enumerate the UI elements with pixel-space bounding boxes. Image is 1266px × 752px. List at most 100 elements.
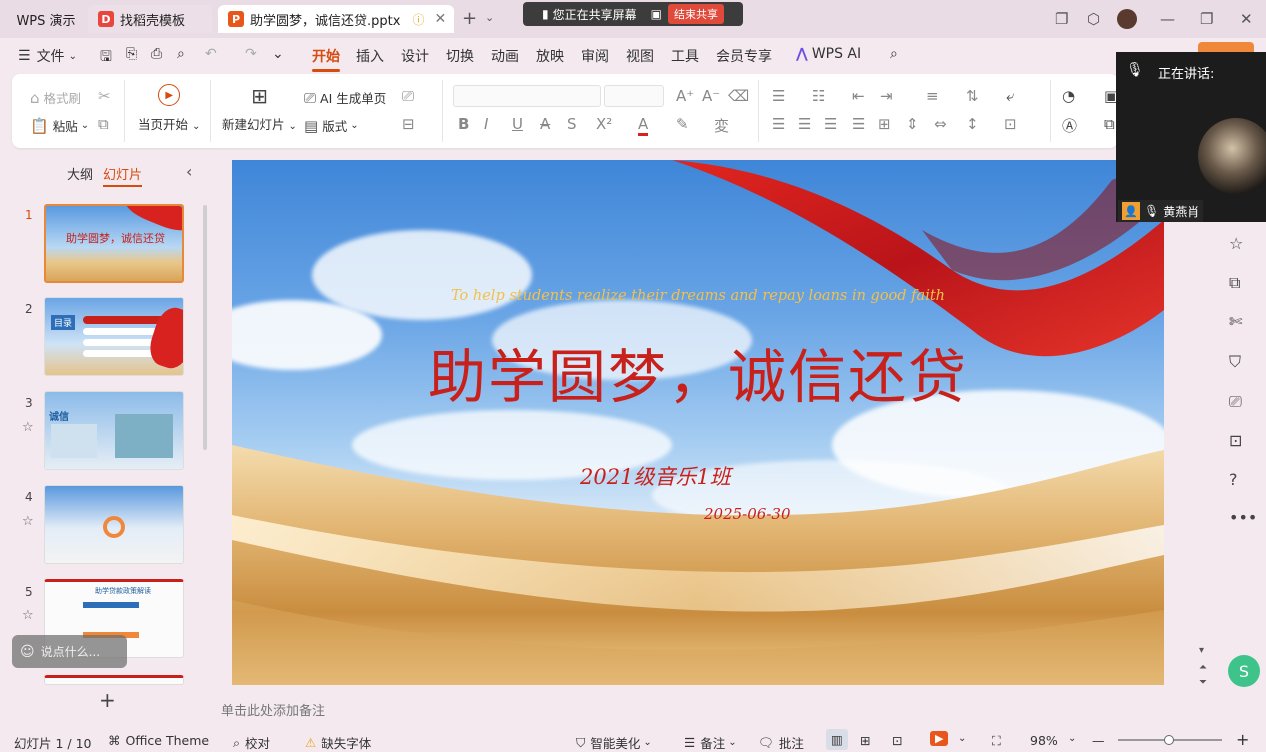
star-icon[interactable]: ☆ bbox=[22, 608, 34, 623]
decrease-indent-icon[interactable]: ⇤ bbox=[852, 87, 865, 105]
slide-title[interactable]: 助学圆梦，诚信还贷 bbox=[232, 330, 1164, 414]
slide-thumbnail-4[interactable] bbox=[44, 485, 184, 564]
window-tile-icon[interactable]: ❐ bbox=[1055, 10, 1068, 28]
assistant-icon[interactable]: S bbox=[1228, 655, 1260, 687]
paste-button[interactable]: 📋 粘贴 ⌄ bbox=[30, 116, 89, 135]
clear-format-icon[interactable]: ⌫ bbox=[728, 87, 749, 105]
scrollbar[interactable] bbox=[203, 205, 207, 450]
cube-icon[interactable]: ⬡ bbox=[1087, 10, 1100, 28]
collapse-panel-icon[interactable]: ‹ bbox=[186, 162, 192, 181]
notes-button[interactable]: ☰ 备注 ⌄ bbox=[684, 733, 737, 752]
outline-tab[interactable]: 大纲 bbox=[67, 164, 93, 183]
missing-font-button[interactable]: ⚠ 缺失字体 bbox=[305, 733, 371, 752]
menu-design[interactable]: 设计 bbox=[401, 46, 429, 66]
slide-canvas[interactable]: To help students realize their dreams an… bbox=[232, 160, 1164, 685]
tab-current-presentation[interactable]: P 助学圆梦，诚信还贷.pptx ⓘ ✕ bbox=[218, 5, 454, 33]
reading-view-icon[interactable]: ⊡ bbox=[892, 733, 902, 748]
convert-icon[interactable]: ⧉ bbox=[1229, 273, 1240, 293]
slide-thumbnail-2[interactable]: 目录 bbox=[44, 297, 184, 376]
slides-tab[interactable]: 幻灯片 bbox=[103, 164, 143, 187]
menu-member[interactable]: 会员专享 bbox=[716, 46, 772, 66]
print-preview-icon[interactable]: ⌕ bbox=[177, 46, 185, 62]
bold-icon[interactable]: B bbox=[458, 115, 469, 133]
arrange-icon[interactable]: ⧉ bbox=[1104, 115, 1115, 133]
chevron-down-icon[interactable]: ⌄ bbox=[958, 733, 966, 744]
menu-transition[interactable]: 切换 bbox=[446, 46, 474, 66]
redo-icon[interactable]: ↷ bbox=[245, 46, 257, 62]
image-edit-icon[interactable]: ⎚ bbox=[1229, 392, 1242, 412]
align-left-icon[interactable]: ☰ bbox=[772, 115, 785, 133]
menu-animation[interactable]: 动画 bbox=[491, 46, 519, 66]
search-icon[interactable]: ⌕ bbox=[890, 46, 898, 62]
save-icon[interactable]: 🖫 bbox=[100, 46, 112, 70]
section-icon[interactable]: ⊟ bbox=[402, 115, 415, 133]
strikethrough-icon[interactable]: A bbox=[540, 115, 550, 133]
file-menu[interactable]: ☰ 文件 ⌄ bbox=[18, 46, 77, 66]
menu-review[interactable]: 审阅 bbox=[581, 46, 609, 66]
next-slide-icon[interactable]: ⏷ bbox=[1199, 677, 1207, 688]
prev-slide-icon[interactable]: ⏶ bbox=[1199, 662, 1207, 673]
bullet-list-icon[interactable]: ☰ bbox=[772, 87, 785, 105]
restore-icon[interactable]: ❐ bbox=[1200, 10, 1213, 28]
menu-view[interactable]: 视图 bbox=[626, 46, 654, 66]
book-icon[interactable]: ⊡ bbox=[1229, 431, 1242, 450]
tools-icon[interactable]: ✄ bbox=[1229, 312, 1242, 331]
font-shrink-icon[interactable]: A⁻ bbox=[702, 87, 720, 105]
slide-class-name[interactable]: 2021级音乐1班 bbox=[580, 461, 731, 491]
sort-icon[interactable]: ⇅ bbox=[966, 87, 979, 105]
new-tab-icon[interactable]: + bbox=[462, 8, 477, 29]
shapes-icon[interactable]: ◔ bbox=[1062, 87, 1075, 105]
shadow-icon[interactable]: S bbox=[567, 115, 577, 133]
font-grow-icon[interactable]: A⁺ bbox=[676, 87, 694, 105]
add-slide-button[interactable]: + bbox=[99, 688, 116, 712]
slide-thumbnail-3[interactable]: 诚信 bbox=[44, 391, 184, 470]
comment-input[interactable]: ☺ 说点什么... bbox=[12, 635, 127, 668]
align-right-icon[interactable]: ☰ bbox=[824, 115, 837, 133]
sorter-view-icon[interactable]: ⊞ bbox=[860, 733, 870, 748]
help-icon[interactable]: ? bbox=[1229, 470, 1238, 489]
ai-generate-slide-button[interactable]: ⎚ AI 生成单页 bbox=[304, 88, 386, 107]
shirt-icon[interactable]: ⛉ bbox=[1229, 352, 1241, 372]
screen-icon[interactable]: ⎚ bbox=[402, 87, 414, 105]
numbered-list-icon[interactable]: ☷ bbox=[812, 87, 825, 105]
menu-home[interactable]: 开始 bbox=[312, 46, 340, 72]
layout-button[interactable]: ▤ 版式 ⌄ bbox=[304, 116, 359, 135]
italic-icon[interactable]: I bbox=[484, 115, 488, 133]
print-icon[interactable]: ⎙ bbox=[151, 46, 162, 62]
slide-subtitle-en[interactable]: To help students realize their dreams an… bbox=[232, 288, 1164, 304]
play-from-current-button[interactable]: ▶ 当页开始 ⌄ bbox=[138, 84, 200, 133]
smart-beautify-button[interactable]: ⛉ 智能美化 ⌄ bbox=[576, 733, 652, 752]
more-icon[interactable]: ••• bbox=[1229, 508, 1257, 527]
menu-tools[interactable]: 工具 bbox=[671, 46, 699, 66]
star-icon[interactable]: ☆ bbox=[22, 514, 34, 529]
minimize-icon[interactable]: — bbox=[1160, 10, 1175, 28]
normal-view-icon[interactable]: ▥ bbox=[826, 729, 848, 750]
proofread-button[interactable]: ⌕ 校对 bbox=[233, 733, 270, 752]
chevron-down-icon[interactable]: ⌄ bbox=[485, 11, 494, 24]
fit-window-icon[interactable]: ⛶ bbox=[992, 733, 1001, 749]
justify-icon[interactable]: ☰ bbox=[852, 115, 865, 133]
avatar[interactable] bbox=[1117, 9, 1137, 29]
undo-icon[interactable]: ↶ bbox=[205, 46, 217, 62]
zoom-out-icon[interactable]: — bbox=[1092, 733, 1105, 748]
star-icon[interactable]: ☆ bbox=[22, 420, 34, 435]
zoom-slider-handle[interactable] bbox=[1164, 735, 1174, 745]
cut-icon[interactable]: ✂ bbox=[98, 87, 111, 105]
tab-wps-home[interactable]: WPS 演示 bbox=[6, 5, 86, 33]
close-tab-icon[interactable]: ✕ bbox=[434, 11, 446, 27]
font-size-select[interactable] bbox=[604, 85, 664, 107]
copy-icon[interactable]: ⧉ bbox=[98, 115, 109, 133]
increase-indent-icon[interactable]: ⇥ bbox=[880, 87, 893, 105]
superscript-icon[interactable]: X² bbox=[596, 115, 612, 133]
paragraph-spacing-icon[interactable]: ⇕ bbox=[906, 115, 919, 133]
favorite-icon[interactable]: ☆ bbox=[1229, 234, 1243, 253]
slideshow-icon[interactable]: ▶ bbox=[930, 731, 949, 746]
font-color-icon[interactable]: A bbox=[638, 115, 649, 136]
zoom-level[interactable]: 98% bbox=[1030, 733, 1058, 748]
end-share-button[interactable]: 结束共享 bbox=[667, 4, 724, 24]
phonetic-icon[interactable]: 変 bbox=[714, 115, 729, 136]
highlight-icon[interactable]: ✎ bbox=[676, 115, 689, 133]
slide-thumbnail-1[interactable]: 助学圆梦，诚信还贷 bbox=[44, 204, 184, 283]
theme-button[interactable]: ⌘ Office Theme bbox=[108, 733, 209, 748]
line-spacing-icon[interactable]: ≡ bbox=[926, 87, 939, 105]
